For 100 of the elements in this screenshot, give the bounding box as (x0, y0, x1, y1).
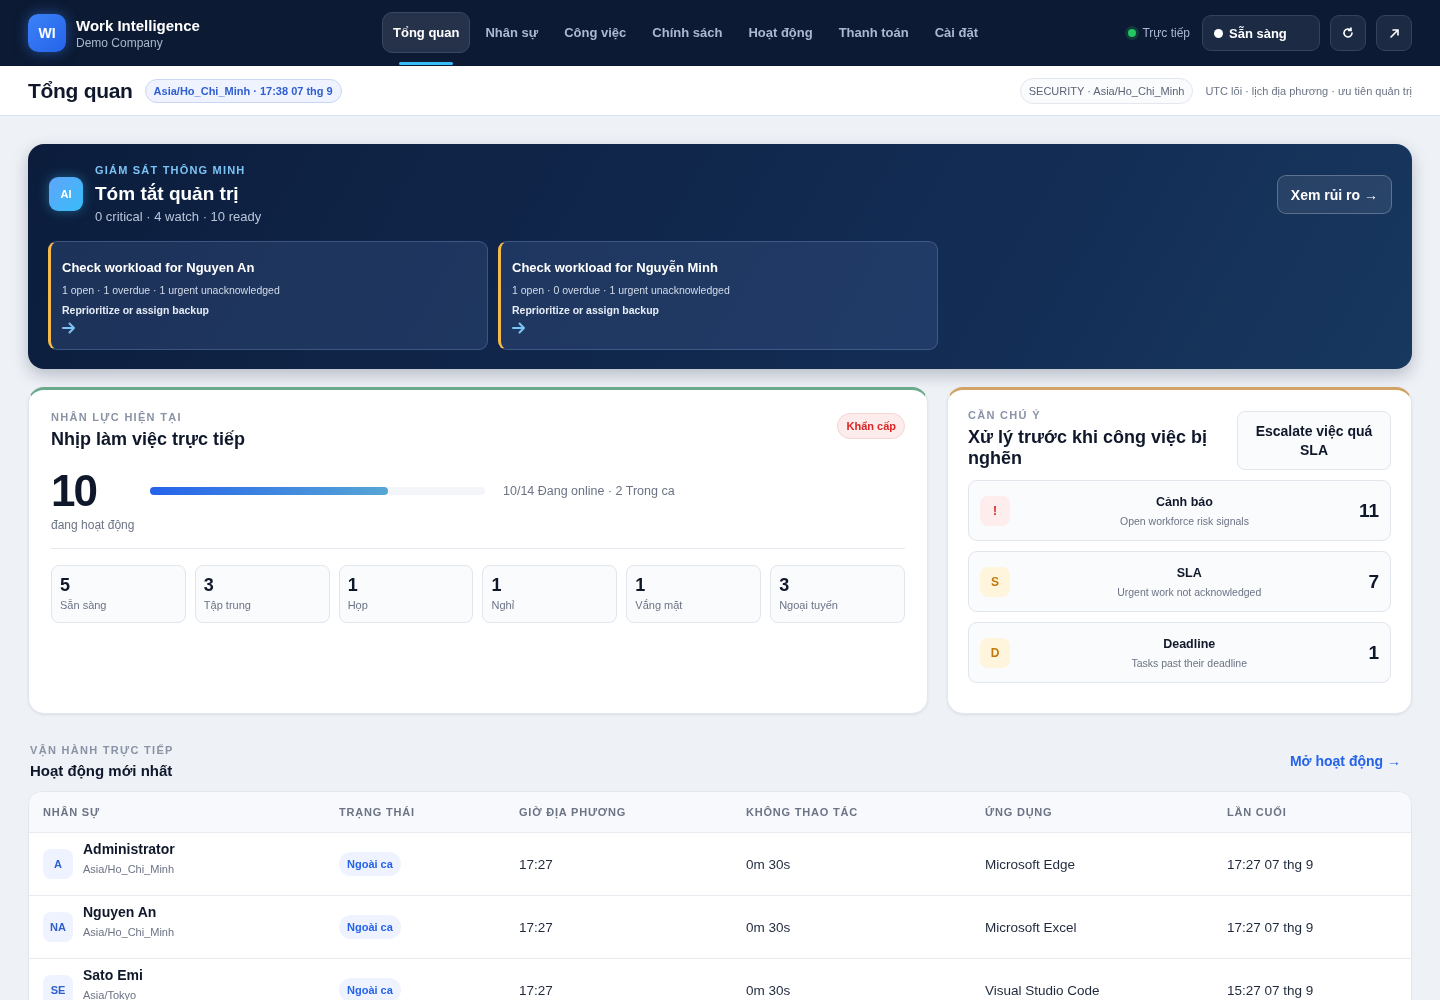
arrow-icon (1388, 27, 1400, 39)
nav-tab[interactable]: Cài đặt (923, 12, 990, 53)
person-name: Nguyen An (83, 904, 158, 920)
table-cell-text: Microsoft Edge (985, 856, 1077, 872)
open-external-button[interactable] (1376, 15, 1412, 51)
item-subtitle: Open workforce risk signals (1119, 514, 1249, 527)
online-reading: 10/14 Đang online · 2 Trong ca (503, 484, 675, 498)
table-cell-text: Visual Studio Code (985, 982, 1101, 998)
stat-value: 1 (347, 575, 358, 596)
insight-title: Check workload for Nguyễn Minh (512, 260, 718, 275)
insight-meta: 1 open · 0 overdue · 1 urgent unacknowledged (512, 284, 730, 296)
insight-action: Reprioritize or assign backup (62, 304, 210, 316)
banner-title: Tóm tắt quản trị (95, 183, 240, 205)
item-count: 7 (1368, 570, 1379, 593)
item-subtitle: Tasks past their deadline (1131, 656, 1247, 669)
item-count: 1 (1368, 641, 1379, 664)
ai-badge-icon: AI (49, 177, 83, 211)
card-title: Xử lý trước khi công việc bị nghẽn (968, 427, 1208, 469)
item-badge: ! (980, 495, 1010, 526)
attention-item[interactable]: ! Cảnh báo Open workforce risk signals 11 (968, 480, 1391, 541)
table-cell-text: 17:27 (519, 856, 554, 872)
brand-name: Work Intelligence (76, 16, 201, 34)
table-cell-text: 0m 30s (746, 856, 792, 872)
view-risks-button[interactable]: Xem rủi ro → (1276, 175, 1392, 214)
card-title: Nhịp làm việc trực tiếp (51, 429, 246, 450)
live-label: Trực tiếp (1142, 26, 1190, 40)
table-cell-text: 17:27 07 thg 9 (1227, 919, 1315, 935)
person-name: Administrator (83, 841, 175, 857)
attention-item[interactable]: D Deadline Tasks past their deadline 1 (968, 622, 1391, 683)
arrow-icon (512, 322, 526, 334)
section-title: Hoạt động mới nhất (30, 762, 174, 779)
person-name: Sato Emi (83, 967, 143, 983)
insight-title: Check workload for Nguyen An (62, 260, 255, 275)
policy-note: UTC lõi · lịch địa phương · ưu tiên quản trị (1205, 84, 1412, 97)
active-count-label: đang hoạt động (51, 518, 136, 532)
item-subtitle: Urgent work not acknowledged (1117, 585, 1262, 598)
section-eyebrow: GIÁM SÁT THÔNG MINH (95, 164, 247, 176)
insight-action: Reprioritize or assign backup (512, 304, 660, 316)
stat-value: 3 (203, 575, 214, 596)
table-cell-text: 17:27 (519, 982, 554, 998)
column-header: KHÔNG THAO TÁC (746, 806, 860, 818)
nav-tab[interactable]: Hoạt động (737, 12, 824, 53)
person-timezone: Asia/Ho_Chi_Minh (83, 926, 175, 938)
item-badge: S (980, 566, 1010, 597)
avatar-initials: NA (43, 912, 73, 942)
item-title: Deadline (1163, 636, 1216, 651)
insight-card[interactable]: Check workload for Nguyen An 1 open · 1 overdue · 1 urgent unacknowledged Reprioritize or assign backup (48, 241, 488, 350)
escalate-button[interactable]: Escalate việc quá SLA (1237, 411, 1391, 470)
column-header: ỨNG DỤNG (985, 806, 1054, 818)
person-timezone: Asia/Ho_Chi_Minh (83, 863, 175, 875)
status-button[interactable]: Sẵn sàng (1202, 15, 1320, 51)
status-pill: Ngoài ca (339, 978, 401, 1000)
company-name: Demo Company (76, 35, 164, 50)
nav-tab[interactable]: Tổng quan (382, 12, 471, 53)
security-chip: SECURITY · Asia/Ho_Chi_Minh (1019, 77, 1194, 104)
section-eyebrow: NHÂN LỰC HIỆN TẠI (51, 411, 183, 423)
stat-value: 3 (779, 575, 790, 596)
urgent-badge: Khẩn cấp (837, 413, 905, 439)
banner-summary: 0 critical · 4 watch · 10 ready (95, 209, 263, 224)
nav-tab[interactable]: Thanh toán (827, 12, 920, 53)
arrow-icon (62, 322, 76, 334)
insight-card[interactable]: Check workload for Nguyễn Minh 1 open · 0 overdue · 1 urgent unacknowledged Reprioritize or assign backup (498, 241, 938, 350)
active-tab-indicator (399, 62, 454, 65)
nav-tab[interactable]: Nhân sự (474, 12, 550, 53)
page-title: Tổng quan (28, 78, 133, 103)
stat-label: Nghỉ (491, 599, 515, 611)
nav-tab[interactable]: Chính sách (641, 12, 734, 53)
item-count: 11 (1358, 499, 1379, 522)
column-header: TRẠNG THÁI (339, 806, 416, 818)
column-header: GIỜ ĐỊA PHƯƠNG (519, 806, 628, 818)
nav-tab[interactable]: Công việc (553, 12, 638, 53)
table-cell-text: 0m 30s (746, 919, 792, 935)
table-cell-text: 17:27 (519, 919, 554, 935)
column-header: LẦN CUỐI (1227, 806, 1288, 818)
table-cell-text: 17:27 07 thg 9 (1227, 856, 1315, 872)
stat-value: 1 (491, 575, 502, 596)
stat-label: Sẵn sàng (60, 599, 107, 611)
active-count: 10 (51, 468, 97, 514)
refresh-button[interactable] (1330, 15, 1366, 51)
refresh-icon (1342, 27, 1354, 39)
stat-label: Vắng mặt (635, 599, 683, 611)
insight-meta: 1 open · 1 overdue · 1 urgent unacknowledged (62, 284, 280, 296)
item-badge: D (980, 637, 1010, 668)
app-logo: WI (28, 14, 66, 52)
column-header: NHÂN SỰ (43, 806, 101, 818)
timezone-badge: Asia/Ho_Chi_Minh · 17:38 07 thg 9 (144, 78, 342, 103)
stat-label: Ngoại tuyến (779, 599, 838, 611)
section-eyebrow: CẦN CHÚ Ý (968, 409, 1042, 421)
avatar-initials: A (43, 849, 73, 879)
open-activity-link[interactable]: Mở hoạt động → (1289, 753, 1401, 769)
status-pill: Ngoài ca (339, 915, 401, 939)
item-title: SLA (1176, 565, 1202, 580)
section-eyebrow: VẬN HÀNH TRỰC TIẾP (30, 744, 174, 756)
status-pill: Ngoài ca (339, 852, 401, 876)
attention-item[interactable]: S SLA Urgent work not acknowledged 7 (968, 551, 1391, 612)
item-title: Cảnh báo (1155, 494, 1213, 509)
stat-label: Tập trung (203, 599, 251, 611)
table-cell-text: 15:27 07 thg 9 (1227, 982, 1315, 998)
avatar-initials: SE (43, 975, 73, 1000)
stat-value: 1 (635, 575, 646, 596)
